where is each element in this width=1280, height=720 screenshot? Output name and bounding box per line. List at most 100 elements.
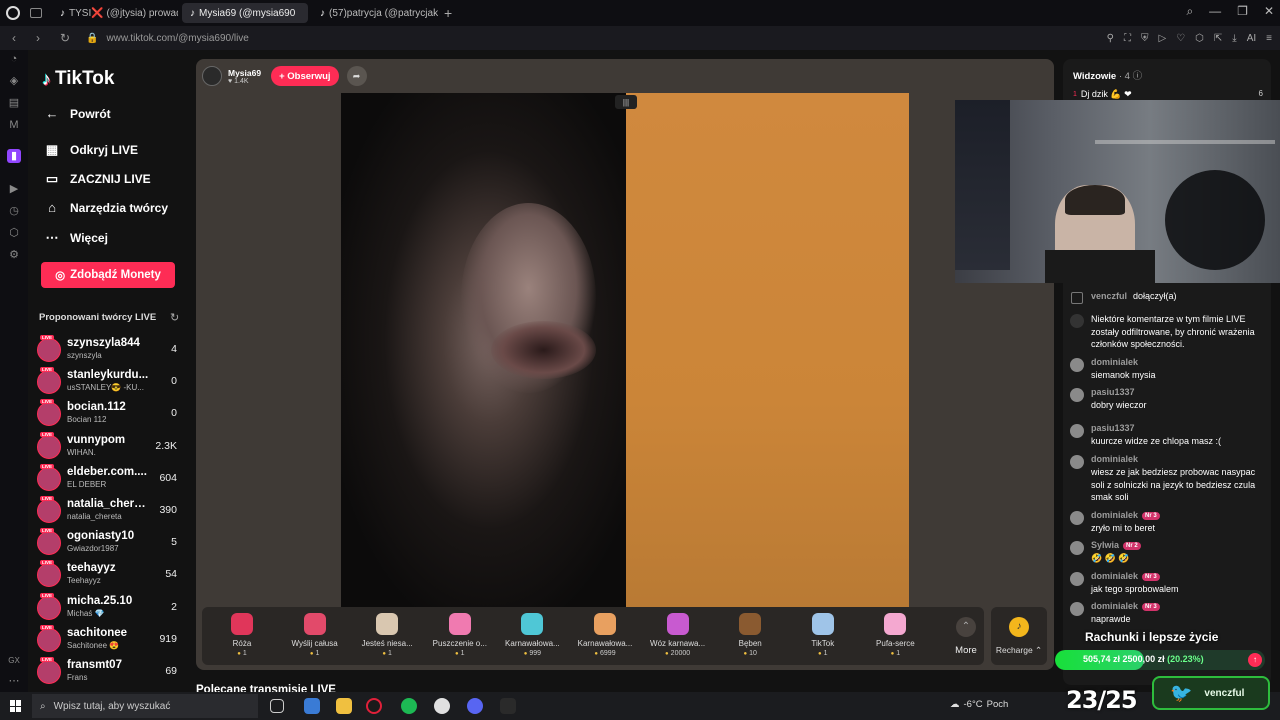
- menu-icon[interactable]: ≡: [1266, 33, 1272, 44]
- chat-username[interactable]: dominialek Nr 3: [1091, 601, 1160, 611]
- avatar[interactable]: [1070, 511, 1084, 525]
- gift-item[interactable]: Karnawałowa... 999: [496, 611, 568, 663]
- opera-gx-icon[interactable]: [366, 698, 382, 714]
- heart-icon[interactable]: ♡: [1176, 33, 1185, 44]
- avatar[interactable]: [1070, 602, 1084, 616]
- messenger-icon[interactable]: ◔: [7, 52, 21, 66]
- taskbar-search[interactable]: ⌕ Wpisz tutaj, aby wyszukać: [32, 694, 258, 718]
- app-icon[interactable]: [500, 698, 516, 714]
- gift-item[interactable]: Jesteś niesa... 1: [351, 611, 423, 663]
- creator-row[interactable]: LIVE eldeber.com.... EL DEBER 604: [37, 463, 185, 492]
- share-icon[interactable]: ⇱: [1214, 33, 1222, 44]
- extensions-rail-icon[interactable]: ⬡: [7, 226, 21, 240]
- file-explorer-icon[interactable]: [336, 698, 352, 714]
- gift-item[interactable]: Wyślij całusa 1: [279, 611, 351, 663]
- sidebar-item-more[interactable]: ⋯ Więcej: [44, 230, 108, 246]
- screenshot-icon[interactable]: ⛶: [1124, 33, 1131, 44]
- weather-widget[interactable]: ☁ -6°C Poch: [950, 699, 1008, 710]
- gift-item[interactable]: Wóz karnawa... 20000: [642, 611, 714, 663]
- creator-row[interactable]: LIVE natalia_chere... natalia_chereta 390: [37, 496, 185, 524]
- guest-video-feed[interactable]: [626, 93, 909, 608]
- avatar[interactable]: [1070, 572, 1084, 586]
- play-icon[interactable]: ▷: [1158, 33, 1166, 44]
- url-field[interactable]: www.tiktok.com/@mysia690/live: [106, 33, 248, 44]
- chat-username[interactable]: venczful: [1091, 291, 1127, 301]
- reload-icon[interactable]: ↻: [60, 31, 72, 45]
- extensions-icon[interactable]: ⬡: [1195, 33, 1204, 44]
- share-icon[interactable]: ➦: [346, 66, 367, 86]
- creator-row[interactable]: LIVE stanleykurdu... usSTANLEY😎 -KU... 0: [37, 367, 185, 395]
- creator-row[interactable]: LIVE fransmt07 Frans 69: [37, 657, 185, 685]
- chat-username[interactable]: Sylwia Nr 2: [1091, 540, 1141, 550]
- forward-icon[interactable]: ›: [36, 31, 48, 45]
- creator-row[interactable]: LIVE szynszyla844 szynszyla 4: [37, 335, 185, 363]
- follow-button[interactable]: + Obserwuj: [271, 66, 339, 86]
- creator-row[interactable]: LIVE vunnypom WIHAN. 2.3K: [37, 431, 185, 460]
- obs-icon[interactable]: [434, 698, 450, 714]
- chat-username[interactable]: dominialek Nr 3: [1091, 510, 1160, 520]
- get-coins-button[interactable]: ◎ Zdobądź Monety: [41, 262, 175, 288]
- creator-row[interactable]: LIVE ogoniasty10 Gwiazdor1987 5: [37, 528, 185, 556]
- gift-item[interactable]: Puszczenie o... 1: [424, 611, 496, 663]
- info-icon[interactable]: ⓘ: [1133, 71, 1143, 82]
- browser-tab-active[interactable]: ♪ Mysia69 (@mysia690: [182, 3, 308, 23]
- more-gifts-button[interactable]: ⌃ More: [946, 613, 986, 656]
- search-icon[interactable]: ⌕: [1186, 4, 1193, 19]
- creator-row[interactable]: LIVE sachitonee Sachitonee 😍 919: [37, 624, 185, 653]
- gift-item[interactable]: Bęben 10: [714, 611, 786, 663]
- shield-icon[interactable]: ⛨: [1141, 33, 1149, 44]
- download-icon[interactable]: ⤓: [1232, 33, 1236, 44]
- maximize-button[interactable]: ❐: [1237, 4, 1248, 19]
- new-tab-button[interactable]: +: [444, 5, 452, 21]
- gift-item[interactable]: TikTok 1: [787, 611, 859, 663]
- chat-username[interactable]: dominialek Nr 3: [1091, 571, 1160, 581]
- creator-row[interactable]: LIVE micha.25.10 Michaś 💎 2: [37, 592, 185, 621]
- sidebar-item-discover-live[interactable]: ▦ Odkryj LIVE: [44, 142, 138, 158]
- gift-item[interactable]: Karnawałowa... 6999: [569, 611, 641, 663]
- chat-username[interactable]: dominialek: [1091, 357, 1138, 367]
- host-name[interactable]: Mysia69: [228, 68, 261, 78]
- twitch-icon[interactable]: ▮: [7, 149, 21, 163]
- back-icon[interactable]: ‹: [12, 31, 24, 45]
- gift-item[interactable]: Pufa-serce 1: [859, 611, 931, 663]
- avatar[interactable]: [1070, 424, 1084, 438]
- close-button[interactable]: ✕: [1264, 4, 1274, 19]
- chat-username[interactable]: pasiu1337: [1091, 387, 1135, 397]
- minimize-button[interactable]: —: [1209, 4, 1221, 19]
- creator-row[interactable]: LIVE teehayyz Teehayyz 54: [37, 560, 185, 588]
- gift-item[interactable]: Róża 1: [206, 611, 278, 663]
- avatar[interactable]: [1070, 541, 1084, 555]
- ai-button[interactable]: AI: [1247, 33, 1256, 44]
- pin-icon[interactable]: ⚲: [1107, 33, 1114, 44]
- back-button[interactable]: ← Powrót: [44, 106, 111, 121]
- gx-icon[interactable]: GX: [7, 654, 21, 668]
- refresh-icon[interactable]: ↻: [170, 311, 179, 324]
- chat-username[interactable]: dominialek: [1091, 454, 1138, 464]
- mail-icon[interactable]: M: [7, 118, 21, 132]
- contacts-icon[interactable]: ◈: [7, 74, 21, 88]
- creator-row[interactable]: LIVE bocian.112 Bocian 112 0: [37, 399, 185, 427]
- avatar[interactable]: [1070, 455, 1084, 469]
- opera-logo-icon[interactable]: [6, 6, 20, 20]
- discord-icon[interactable]: [467, 698, 483, 714]
- sidebar-item-go-live[interactable]: ▭ ZACZNIJ LIVE: [44, 171, 151, 187]
- wallet-icon[interactable]: ▤: [7, 96, 21, 110]
- spotify-icon[interactable]: [401, 698, 417, 714]
- tiktok-logo[interactable]: ♪ TikTok: [42, 68, 114, 90]
- tab-overview-icon[interactable]: [30, 8, 42, 18]
- top-viewer-row[interactable]: 1 Dj dzik 💪 ❤: [1073, 89, 1132, 100]
- more-rail-icon[interactable]: ⋯: [7, 674, 21, 688]
- player-icon[interactable]: ▶: [7, 182, 21, 196]
- browser-tab[interactable]: ♪ TYSI❌ (@jtysia) prowadz: [52, 3, 178, 23]
- settings-icon[interactable]: ⚙: [7, 248, 21, 262]
- chat-username[interactable]: pasiu1337: [1091, 423, 1135, 433]
- host-avatar[interactable]: [202, 66, 222, 86]
- host-video-feed[interactable]: [341, 93, 626, 608]
- avatar[interactable]: [1070, 358, 1084, 372]
- browser-tab[interactable]: ♪ (57)patrycja (@patrycjaku: [312, 3, 438, 23]
- windows-start-icon[interactable]: [10, 700, 22, 712]
- avatar[interactable]: [1070, 388, 1084, 402]
- history-icon[interactable]: ◷: [7, 204, 21, 218]
- viewers-header[interactable]: Widzowie · 4 ⓘ: [1073, 68, 1142, 82]
- sidebar-item-creator-tools[interactable]: ⌂ Narzędzia twórcy: [44, 200, 168, 215]
